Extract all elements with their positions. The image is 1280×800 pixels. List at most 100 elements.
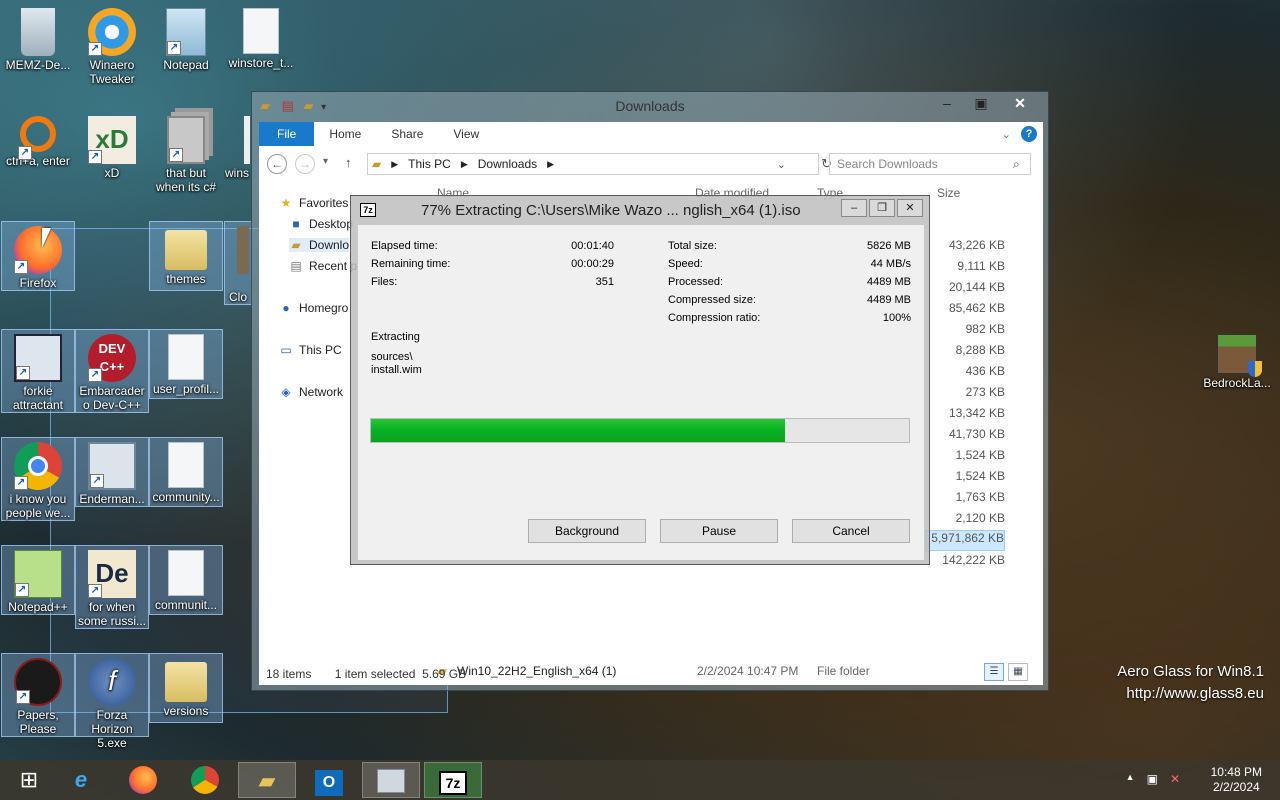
taskbar-chrome[interactable] — [176, 762, 234, 798]
close-button[interactable]: ✕ — [897, 199, 923, 217]
cancel-button[interactable]: Cancel — [792, 519, 910, 543]
tab-home[interactable]: Home — [314, 122, 376, 146]
taskbar-7zip[interactable]: 7z — [424, 762, 482, 798]
desktop-icon-bedrock[interactable]: BedrockLa... — [1199, 330, 1275, 390]
address-dropdown-icon[interactable]: ⌄ — [777, 158, 786, 171]
desktop-icon-winstore[interactable]: winstore_t... — [224, 4, 298, 70]
start-button[interactable]: ⊞ — [0, 762, 58, 798]
desktop-icon-papers[interactable]: ↗ Papers, Please — [1, 653, 75, 737]
restore-button[interactable]: ❐ — [869, 199, 895, 217]
size-cell-selected[interactable]: 5,971,862 KB — [925, 530, 1005, 551]
column-size[interactable]: Size — [937, 186, 960, 200]
extract-progress-dialog[interactable]: 7z 77% Extracting C:\Users\Mike Wazo ...… — [350, 195, 930, 565]
close-button[interactable]: ✕ — [998, 94, 1042, 114]
ribbon-tabs: File Home Share View ⌄ ? — [259, 122, 1043, 146]
nav-favorites[interactable]: ★ Favorites — [279, 196, 349, 210]
firefox-icon — [129, 766, 157, 794]
maximize-button[interactable]: ▣ — [964, 94, 998, 114]
desktop-icon-memz[interactable]: MEMZ-De... — [1, 4, 75, 72]
desktop-icon-thatbut[interactable]: ↗ that but when its c# — [149, 112, 223, 194]
minimize-button[interactable]: – — [841, 199, 867, 217]
shortcut-arrow-icon: ↗ — [88, 368, 102, 382]
taskbar-outlook[interactable]: O — [300, 762, 358, 798]
desktop-icon-themes[interactable]: themes — [149, 221, 223, 291]
pause-button[interactable]: Pause — [660, 519, 778, 543]
address-bar[interactable]: ▰ ▶ This PC ▶ Downloads ▶ ⌄ ↻ — [367, 153, 832, 175]
minimize-button[interactable]: – — [930, 94, 964, 114]
tab-share[interactable]: Share — [376, 122, 438, 146]
table-row[interactable]: ▰ Win10_22H2_English_x64 (1) 2/2/2024 10… — [437, 662, 1037, 682]
desktop-icon-xd[interactable]: xD ↗ xD — [75, 112, 149, 180]
nav-recent[interactable]: ▤ Recent p — [289, 259, 357, 273]
nav-this-pc[interactable]: ▭ This PC — [279, 343, 341, 357]
taskbar: ⊞ e ▰ O 7z ▲ ▣ ✕ 10:48 PM 2/2/2024 — [0, 760, 1280, 800]
help-icon[interactable]: ? — [1021, 126, 1037, 142]
remaining-time-value: 00:00:29 — [571, 258, 614, 270]
search-icon[interactable]: ⌕ — [1013, 157, 1037, 172]
size-cell: 982 KB — [965, 322, 1005, 336]
desktop-icon-chrome[interactable]: ↗ i know you people we... — [1, 437, 75, 521]
chevron-down-icon[interactable]: ⌄ — [1002, 128, 1011, 141]
back-button[interactable]: ← — [267, 154, 287, 174]
chevron-up-icon[interactable]: ▲ — [1126, 772, 1135, 786]
network-icon[interactable]: ▣ — [1147, 772, 1158, 786]
dialog-titlebar[interactable]: 7z 77% Extracting C:\Users\Mike Wazo ...… — [351, 196, 931, 224]
taskbar-firefox[interactable] — [114, 762, 172, 798]
system-tray: ▲ ▣ ✕ — [1126, 772, 1180, 786]
chrome-icon: ↗ — [14, 442, 62, 490]
taskbar-internet-explorer[interactable]: e — [52, 762, 110, 798]
shortcut-arrow-icon: ↗ — [88, 584, 102, 598]
desktop-icon-devcpp[interactable]: DEV C++ ↗ Embarcadero Dev-C++ — [75, 329, 149, 413]
breadcrumb-this-pc[interactable]: This PC — [408, 157, 451, 171]
tab-view[interactable]: View — [438, 122, 494, 146]
desktop-icon-winaero[interactable]: ↗ Winaero Tweaker — [75, 4, 149, 86]
desktop-icon-ctrl[interactable]: ↗ ctrl+a, enter — [1, 112, 75, 168]
recent-locations-chevron-icon[interactable]: ▾ — [323, 156, 328, 167]
desktop-icon-versions[interactable]: versions — [149, 653, 223, 723]
de-app-icon: De ↗ — [88, 550, 136, 598]
partial-icon — [244, 116, 250, 164]
clock[interactable]: 10:48 PM 2/2/2024 — [1211, 765, 1262, 795]
desktop-icon-wins[interactable]: wins — [224, 112, 252, 180]
desktop-icon-notepadpp[interactable]: ↗ Notepad++ — [1, 545, 75, 615]
desktop-icon-forkie[interactable]: ↗ forkie attractant — [1, 329, 75, 413]
shortcut-arrow-icon: ↗ — [169, 148, 183, 162]
desktop-icon-userprofil[interactable]: user_profil... — [149, 329, 223, 399]
desktop-icon-forza[interactable]: f Forza Horizon 5.exe — [75, 653, 149, 750]
taskbar-task-manager[interactable] — [362, 762, 420, 798]
shortcut-arrow-icon: ↗ — [14, 476, 28, 490]
nav-network[interactable]: ◈ Network — [279, 385, 343, 399]
forward-button[interactable]: → — [295, 154, 315, 174]
desktop-icon-enderman[interactable]: ↗ Enderman... — [75, 437, 149, 507]
status-bar: 18 items 1 item selected 5.69 GB — [266, 667, 466, 681]
desktop-icon-community2[interactable]: communit... — [149, 545, 223, 615]
dialog-title: 77% Extracting C:\Users\Mike Wazo ... ng… — [421, 202, 801, 219]
up-arrow-icon[interactable]: ↑ — [345, 155, 352, 170]
computer-icon: ▭ — [280, 343, 292, 357]
nav-downloads[interactable]: ▰ Downlo — [289, 238, 350, 252]
desktop-icon-clo[interactable]: Clo — [224, 221, 252, 305]
explorer-titlebar[interactable]: ▰ ▤ ▰ ▾ Downloads – ▣ ✕ — [252, 92, 1048, 120]
taskbar-file-explorer[interactable]: ▰ — [238, 762, 296, 798]
desktop-icon-community1[interactable]: community... — [149, 437, 223, 507]
background-button[interactable]: Background — [528, 519, 646, 543]
size-cell: 85,462 KB — [948, 301, 1005, 315]
volume-muted-icon[interactable]: ✕ — [1170, 772, 1180, 786]
details-view-icon[interactable]: ☰ — [984, 663, 1004, 681]
nav-homegroup[interactable]: ● Homegro — [279, 301, 348, 315]
partial-icon — [237, 226, 249, 274]
shortcut-arrow-icon: ↗ — [15, 583, 29, 597]
desktop-icon-notepad[interactable]: ↗ Notepad — [149, 4, 223, 72]
file-date: 2/2/2024 10:47 PM — [697, 664, 799, 678]
desktop-icon-firefox[interactable]: ↗ Firefox — [1, 221, 75, 291]
watermark-line-1: Aero Glass for Win8.1 — [1117, 663, 1264, 680]
shortcut-arrow-icon: ↗ — [14, 260, 28, 274]
nav-desktop[interactable]: ■ Desktop — [289, 217, 353, 231]
breadcrumb-downloads[interactable]: Downloads — [478, 157, 537, 171]
large-icons-view-icon[interactable]: ▦ — [1008, 663, 1028, 681]
tab-file[interactable]: File — [259, 122, 315, 146]
flash-icon: f — [88, 658, 136, 706]
desktop-icon-forwhen[interactable]: De ↗ for when some russi... — [75, 545, 149, 629]
folder-icon — [165, 662, 207, 702]
search-input[interactable]: Search Downloads — [829, 153, 1031, 175]
